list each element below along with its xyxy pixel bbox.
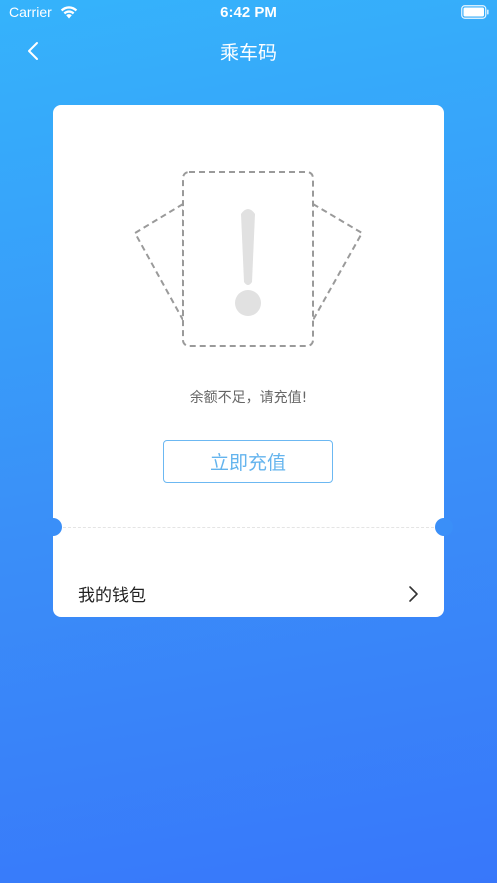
battery-icon <box>461 5 489 19</box>
my-wallet-label: 我的钱包 <box>78 586 146 606</box>
insufficient-balance-message: 余额不足，请充值! <box>189 390 308 406</box>
recharge-now-button[interactable]: 立即充值 <box>163 440 333 483</box>
my-wallet-row[interactable]: 我的钱包 <box>53 573 444 613</box>
chevron-right-icon <box>409 586 418 602</box>
ride-code-card: 余额不足，请充值! 立即充值 我的钱包 <box>44 105 453 617</box>
status-bar: Carrier 6:42 PM <box>0 0 497 26</box>
nav-bar: 乘车码 <box>0 26 497 76</box>
exclamation-cards-icon <box>133 171 364 347</box>
page-title: 乘车码 <box>219 42 277 64</box>
card-notch-left <box>44 518 62 536</box>
status-time: 6:42 PM <box>220 4 277 21</box>
dashed-divider <box>63 527 434 528</box>
card-notch-right <box>435 518 453 536</box>
